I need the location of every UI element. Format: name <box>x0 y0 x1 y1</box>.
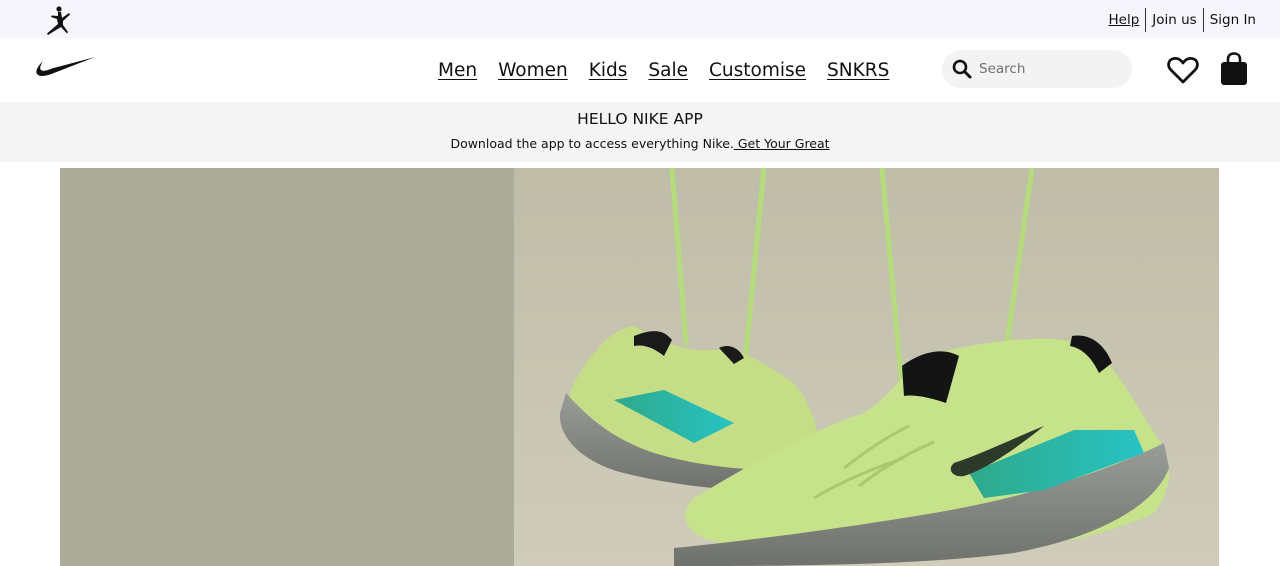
main-nav: Men Women Kids Sale Customise SNKRS <box>0 38 1280 102</box>
utility-bar: Help Join us Sign In <box>0 0 1280 38</box>
get-your-great-link[interactable]: Get Your Great <box>734 136 830 151</box>
promo-banner: HELLO NIKE APP Download the app to acces… <box>0 102 1280 162</box>
jumpman-logo-icon[interactable] <box>42 5 76 37</box>
swoosh-logo-icon[interactable] <box>34 54 96 80</box>
search-input[interactable] <box>977 60 1121 78</box>
nav-item-kids[interactable]: Kids <box>589 60 628 81</box>
promo-message: Download the app to access everything Ni… <box>0 136 1280 151</box>
nav-item-snkrs[interactable]: SNKRS <box>827 60 889 81</box>
nav-item-men[interactable]: Men <box>438 60 477 81</box>
utility-links: Help Join us Sign In <box>1103 8 1263 32</box>
search-icon[interactable] <box>951 58 973 80</box>
shopping-bag-icon[interactable] <box>1219 52 1249 86</box>
help-link[interactable]: Help <box>1103 12 1146 28</box>
promo-text: Download the app to access everything Ni… <box>450 136 734 151</box>
hero-banner[interactable] <box>60 168 1219 566</box>
hero-shoe-image <box>514 168 1219 566</box>
primary-nav: Men Women Kids Sale Customise SNKRS <box>438 60 889 81</box>
nav-item-sale[interactable]: Sale <box>648 60 688 81</box>
search-box[interactable] <box>942 50 1132 88</box>
promo-title: HELLO NIKE APP <box>577 110 703 128</box>
nav-item-customise[interactable]: Customise <box>709 60 806 81</box>
nav-item-women[interactable]: Women <box>498 60 568 81</box>
join-us-link[interactable]: Join us <box>1146 12 1202 28</box>
sign-in-link[interactable]: Sign In <box>1204 12 1262 28</box>
hero-left-panel <box>60 168 514 566</box>
heart-icon[interactable] <box>1166 54 1200 86</box>
